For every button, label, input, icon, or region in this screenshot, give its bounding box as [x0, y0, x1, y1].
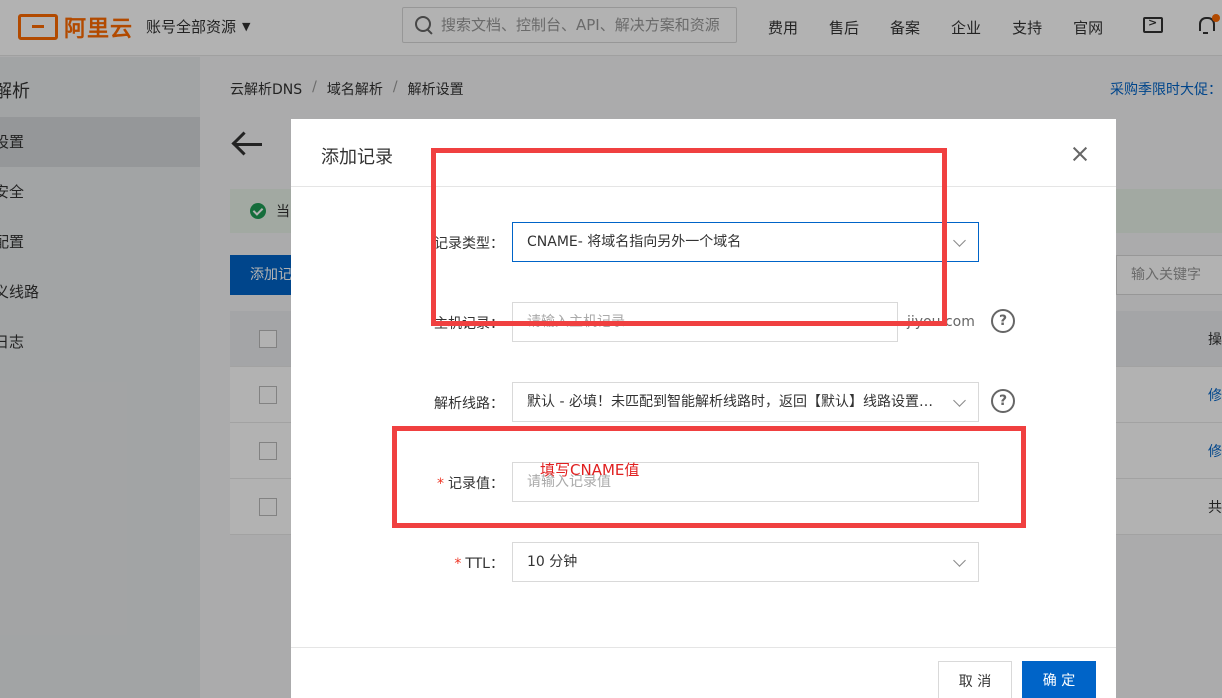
confirm-button[interactable]: 确 定 — [1022, 661, 1096, 698]
close-icon[interactable] — [1072, 146, 1088, 162]
chevron-down-icon — [953, 394, 966, 407]
dialog-title: 添加记录 — [321, 147, 393, 168]
cancel-button[interactable]: 取 消 — [938, 661, 1012, 698]
ttl-value: 10 分钟 — [527, 554, 578, 570]
ttl-select[interactable]: 10 分钟 — [512, 542, 979, 582]
dialog-footer: 取 消 确 定 — [291, 647, 1116, 698]
line-label: 解析线路： — [434, 396, 504, 412]
annotation-box-record-value — [392, 426, 1026, 528]
line-select[interactable]: 默认 - 必填！未匹配到智能解析线路时，返回【默认】线路设置结果 — [512, 382, 979, 422]
annotation-text: 填写CNAME值 — [540, 461, 640, 479]
help-icon[interactable]: ? — [991, 389, 1015, 413]
ttl-label: * TTL： — [454, 553, 504, 573]
annotation-box-record-type — [431, 148, 947, 326]
help-icon[interactable]: ? — [991, 309, 1015, 333]
ttl-label-text: TTL： — [465, 556, 504, 572]
required-mark: * — [454, 556, 462, 572]
chevron-down-icon — [953, 554, 966, 567]
chevron-down-icon — [953, 234, 966, 247]
line-value: 默认 - 必填！未匹配到智能解析线路时，返回【默认】线路设置结果 — [527, 394, 947, 410]
